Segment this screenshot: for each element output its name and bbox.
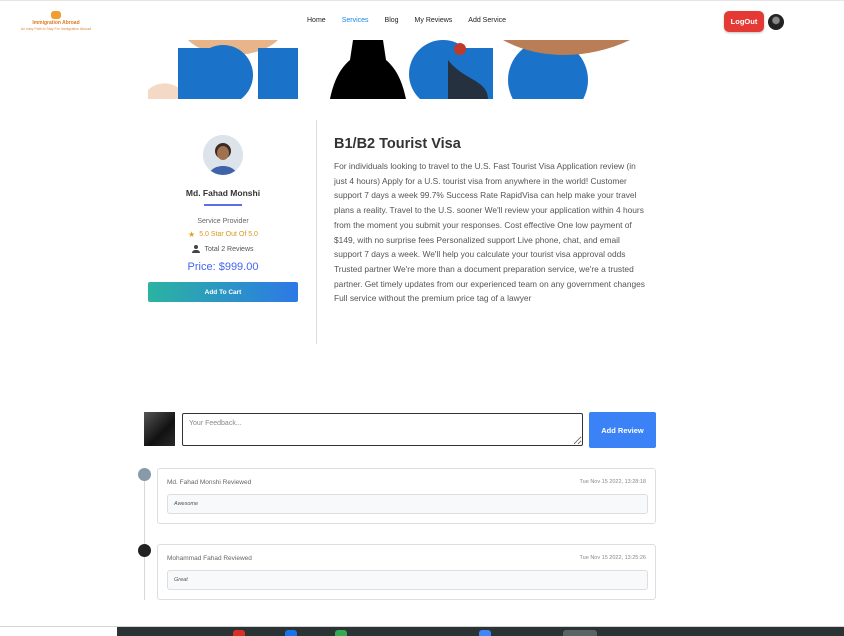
service-price: Price: $999.00 — [187, 261, 259, 273]
service-title: B1/B2 Tourist Visa — [334, 136, 461, 152]
user-avatar[interactable] — [768, 14, 784, 30]
taskbar-app-icon[interactable] — [335, 630, 347, 636]
user-icon — [192, 245, 201, 253]
feedback-input[interactable] — [182, 413, 583, 446]
nav-my-reviews[interactable]: My Reviews — [415, 17, 453, 24]
nav-blog[interactable]: Blog — [385, 17, 399, 24]
review-text: Awesome — [167, 494, 648, 514]
add-to-cart-button[interactable]: Add To Cart — [148, 282, 298, 302]
review-card: Mohammad Fahad Reviewed Tue Nov 15 2022,… — [157, 544, 656, 600]
service-banner-image — [148, 40, 630, 99]
provider-rating: ★ 5.0 Star Out Of 5.0 — [148, 230, 298, 239]
banner-art — [148, 40, 630, 99]
brand-name: Immigration Abroad — [32, 20, 80, 26]
provider-name: Md. Fahad Monshi — [185, 188, 261, 198]
taskbar-active-app[interactable] — [563, 630, 597, 636]
taskbar-app-icon[interactable] — [233, 630, 245, 636]
review-avatar — [138, 544, 151, 557]
reviews-timeline — [144, 472, 145, 600]
navbar: Immigration Abroad An easy Path to Stay … — [0, 0, 844, 42]
provider-avatar — [203, 135, 243, 175]
taskbar-app-icon[interactable] — [285, 630, 297, 636]
reviews-text: Total 2 Reviews — [204, 245, 254, 253]
nav-services[interactable]: Services — [342, 17, 369, 24]
os-taskbar — [117, 627, 844, 636]
name-underline — [204, 204, 242, 206]
provider-reviews-count: Total 2 Reviews — [148, 245, 298, 253]
current-user-avatar — [144, 412, 175, 446]
provider-photo — [203, 135, 243, 175]
star-icon: ★ — [188, 230, 196, 239]
nav-links: Home Services Blog My Reviews Add Servic… — [307, 17, 522, 24]
nav-add-service[interactable]: Add Service — [468, 17, 506, 24]
review-avatar — [138, 468, 151, 481]
review-text: Great — [167, 570, 648, 590]
service-description: For individuals looking to travel to the… — [334, 161, 645, 304]
review-timestamp: Tue Nov 15 2022, 13:28:18 — [579, 479, 646, 485]
review-timestamp: Tue Nov 15 2022, 13:25:26 — [579, 555, 646, 561]
provider-role: Service Provider — [197, 218, 249, 225]
nav-home[interactable]: Home — [307, 17, 326, 24]
add-review-button[interactable]: Add Review — [589, 412, 656, 448]
taskbar-app-icon[interactable] — [479, 630, 491, 636]
brand-tagline: An easy Path to Stay For Immigration Abr… — [20, 27, 92, 31]
rating-text: 5.0 Star Out Of 5.0 — [199, 231, 258, 238]
logout-button[interactable]: LogOut — [724, 11, 764, 32]
review-author: Mohammad Fahad Reviewed — [167, 555, 252, 562]
vertical-divider — [316, 120, 317, 344]
brand-logo[interactable]: Immigration Abroad An easy Path to Stay … — [16, 11, 96, 31]
provider-card: Md. Fahad Monshi Service Provider ★ 5.0 … — [148, 118, 298, 302]
review-author: Md. Fahad Monshi Reviewed — [167, 479, 252, 486]
review-card: Md. Fahad Monshi Reviewed Tue Nov 15 202… — [157, 468, 656, 524]
brand-icon — [51, 11, 61, 19]
